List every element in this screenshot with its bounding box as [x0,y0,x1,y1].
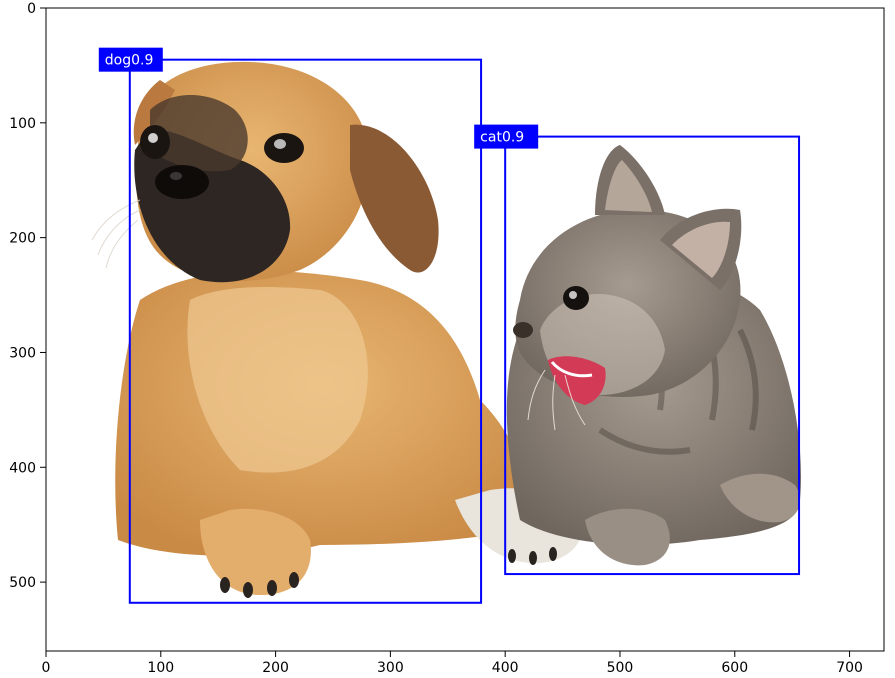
y-tick-label: 100 [9,116,36,132]
y-tick-label: 500 [9,575,36,591]
y-tick-label: 200 [9,231,36,247]
x-tick-label: 100 [147,660,174,674]
plot-svg: 0 100 200 300 400 500 0 100 200 300 400 500 600 700 d… [9,1,885,676]
x-tick-label: 400 [492,660,519,674]
x-tick-label: 500 [607,660,634,674]
x-tick-label: 600 [721,660,748,674]
x-tick-label: 700 [836,660,863,674]
x-tick-label: 0 [42,660,51,674]
x-tick-label: 200 [262,660,289,674]
detection-label: dog0.9 [105,53,154,69]
y-tick-label: 300 [9,345,36,361]
figure: 0 100 200 300 400 500 0 100 200 300 400 500 600 700 d… [0,0,895,676]
x-tick-label: 300 [377,660,404,674]
y-tick-label: 400 [9,460,36,476]
detection-label: cat0.9 [480,130,524,146]
y-tick-label: 0 [27,1,36,17]
